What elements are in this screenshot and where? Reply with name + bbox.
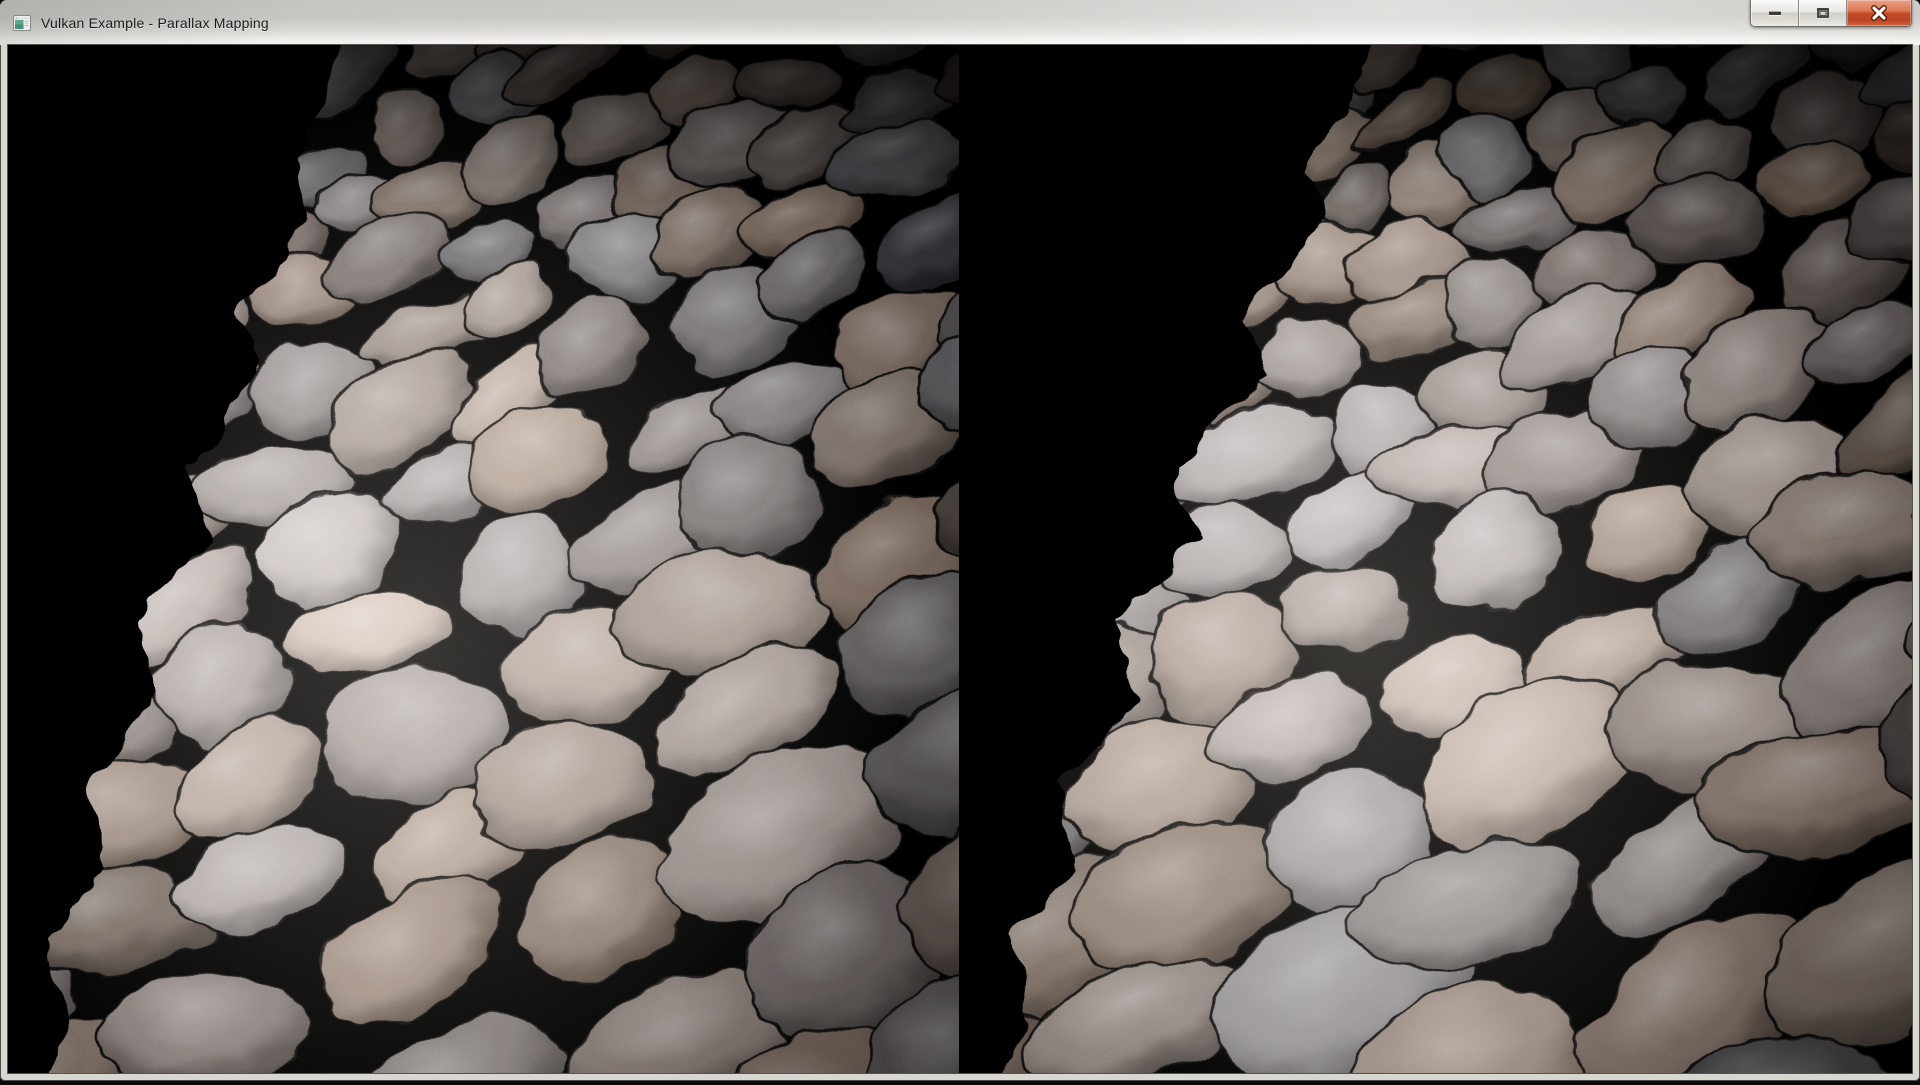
viewport-left-render — [8, 45, 960, 1073]
title-bar[interactable]: Vulkan Example - Parallax Mapping — [0, 0, 1920, 45]
app-icon[interactable] — [13, 15, 31, 31]
minimize-button[interactable] — [1751, 0, 1799, 26]
app-window: Vulkan Example - Parallax Mapping — [0, 0, 1920, 1081]
viewport-right-render — [960, 45, 1912, 1073]
viewport-divider — [959, 45, 961, 1073]
viewport-right[interactable] — [960, 45, 1912, 1073]
viewport-left[interactable] — [8, 45, 960, 1073]
maximize-button[interactable] — [1799, 0, 1847, 26]
window-controls — [1750, 0, 1912, 27]
render-client-area — [8, 45, 1912, 1073]
maximize-icon — [1814, 5, 1832, 21]
close-button[interactable] — [1847, 0, 1911, 26]
close-icon — [1867, 4, 1891, 22]
minimize-icon — [1766, 5, 1784, 21]
window-title: Vulkan Example - Parallax Mapping — [41, 15, 269, 31]
